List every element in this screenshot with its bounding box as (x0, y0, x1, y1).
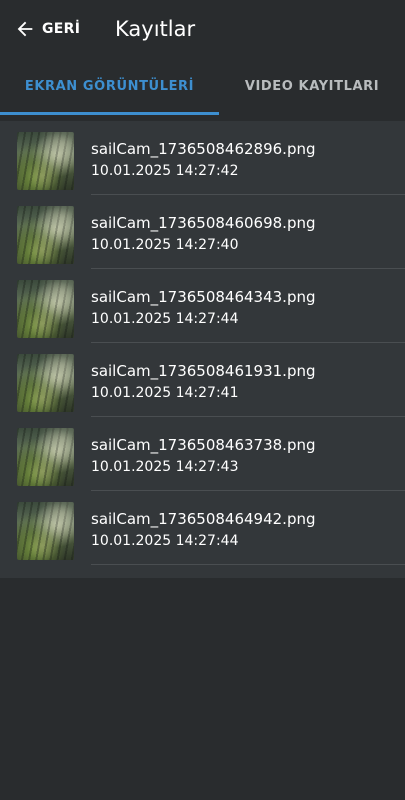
file-date: 10.01.2025 14:27:43 (91, 459, 239, 475)
list-item[interactable]: sailCam_1736508462896.png 10.01.2025 14:… (0, 121, 405, 195)
file-name: sailCam_1736508464343.png (91, 288, 316, 306)
list-item[interactable]: sailCam_1736508463738.png 10.01.2025 14:… (0, 417, 405, 491)
file-date: 10.01.2025 14:27:40 (91, 237, 239, 253)
tab-bar: EKRAN GÖRÜNTÜLERİ VIDEO KAYITLARI (0, 58, 405, 115)
list-item[interactable]: sailCam_1736508461931.png 10.01.2025 14:… (0, 343, 405, 417)
image-thumbnail-icon (17, 502, 74, 560)
file-date: 10.01.2025 14:27:42 (91, 163, 239, 179)
file-name: sailCam_1736508464942.png (91, 510, 316, 528)
arrow-left-icon (14, 18, 36, 40)
file-date: 10.01.2025 14:27:41 (91, 385, 239, 401)
list-item[interactable]: sailCam_1736508464343.png 10.01.2025 14:… (0, 269, 405, 343)
image-thumbnail-icon (17, 280, 74, 338)
image-thumbnail-icon (17, 206, 74, 264)
file-name: sailCam_1736508463738.png (91, 436, 316, 454)
tab-video-recordings[interactable]: VIDEO KAYITLARI (219, 58, 405, 115)
recordings-list: sailCam_1736508462896.png 10.01.2025 14:… (0, 121, 405, 578)
active-tab-indicator (0, 112, 219, 115)
image-thumbnail-icon (17, 132, 74, 190)
image-thumbnail-icon (17, 428, 74, 486)
list-item[interactable]: sailCam_1736508464942.png 10.01.2025 14:… (0, 491, 405, 565)
back-button[interactable]: GERİ (14, 14, 80, 44)
file-date: 10.01.2025 14:27:44 (91, 311, 239, 327)
back-button-label: GERİ (42, 21, 81, 37)
file-name: sailCam_1736508460698.png (91, 214, 316, 232)
file-name: sailCam_1736508461931.png (91, 362, 316, 380)
app-bar: GERİ Kayıtlar (0, 0, 405, 58)
divider (91, 564, 405, 565)
file-date: 10.01.2025 14:27:44 (91, 533, 239, 549)
image-thumbnail-icon (17, 354, 74, 412)
page-title: Kayıtlar (115, 17, 196, 41)
list-item[interactable]: sailCam_1736508460698.png 10.01.2025 14:… (0, 195, 405, 269)
file-name: sailCam_1736508462896.png (91, 140, 316, 158)
tab-screenshots[interactable]: EKRAN GÖRÜNTÜLERİ (0, 58, 219, 115)
